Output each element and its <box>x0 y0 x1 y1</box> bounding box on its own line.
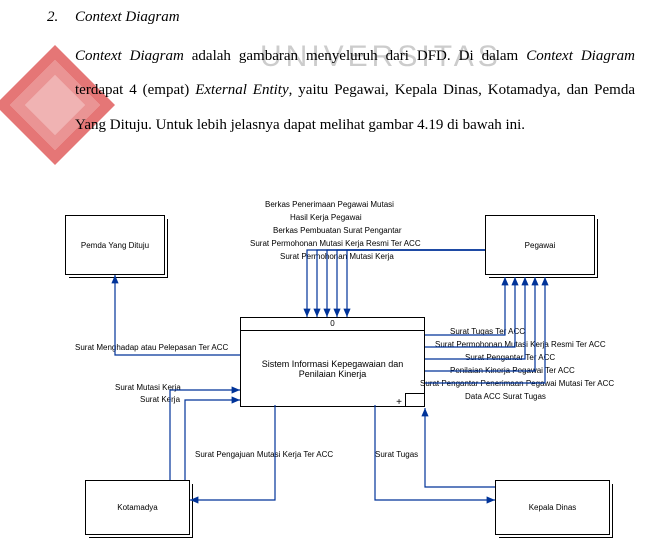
section-number: 2. <box>47 0 58 35</box>
text-block: 2. Context Diagram Context Diagram adala… <box>75 0 635 142</box>
section-title: Context Diagram <box>75 9 180 25</box>
section-heading: 2. Context Diagram <box>75 0 635 35</box>
paragraph: Context Diagram adalah gambaran menyelur… <box>75 39 635 143</box>
context-diagram: Pemda Yang Dituju Pegawai Kotamadya Kepa… <box>55 195 635 545</box>
diagram-arrows <box>55 195 635 545</box>
